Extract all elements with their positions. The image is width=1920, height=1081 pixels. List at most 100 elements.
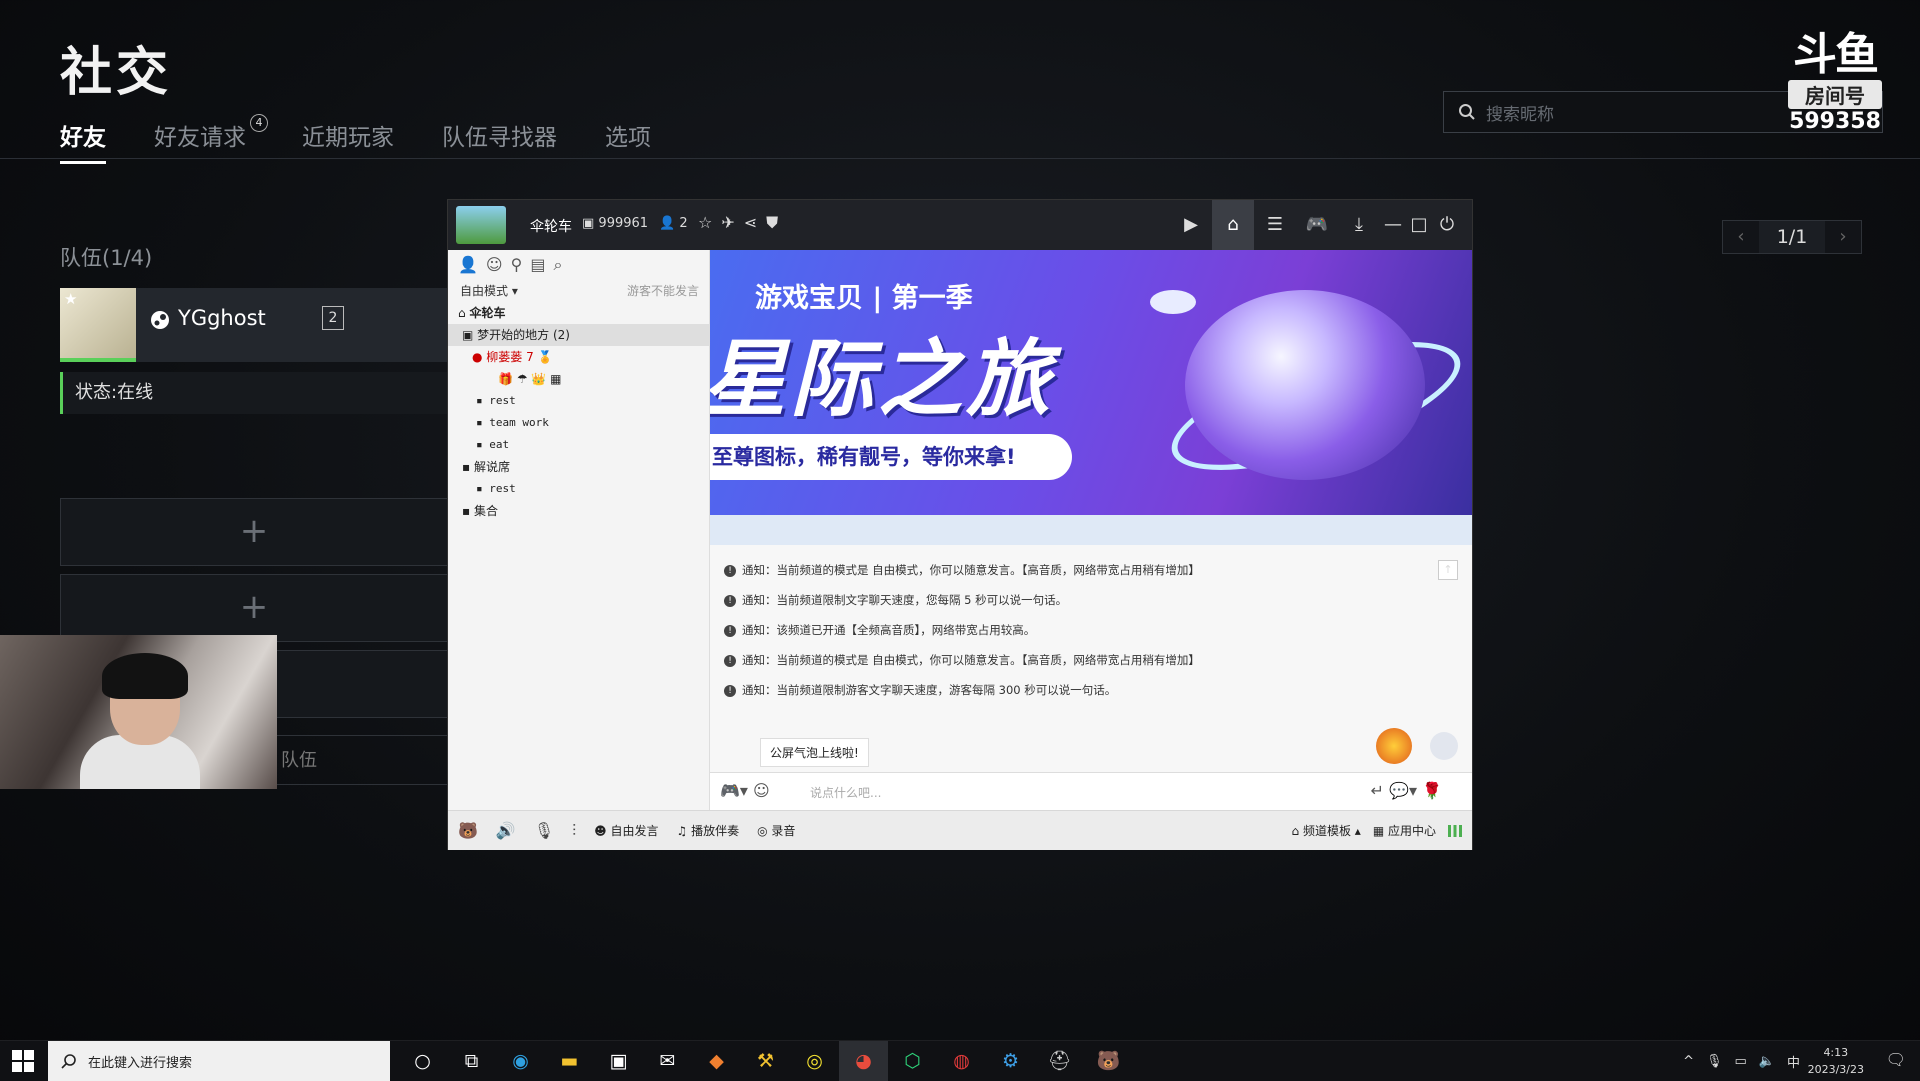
scroll-top-icon[interactable]: ↑ — [1438, 560, 1458, 580]
guest-note: 游客不能发言 — [626, 284, 699, 298]
notice-text: 通知：当前频道的模式是 自由模式，你可以随意发言。【高音质，网络带宽占用稍有增加… — [742, 563, 1200, 577]
app-orange-icon[interactable]: ◆ — [692, 1041, 741, 1081]
steam-icon[interactable]: ⚙ — [986, 1041, 1035, 1081]
channel-tree: ⌂ 伞轮车 ▣ 梦开始的地方 (2) ● 柳蒌蒌 7 🏅 🎁 ☂ 👑 ▦ ▪ r… — [448, 302, 709, 522]
location-icon[interactable]: ⚲ — [511, 255, 531, 274]
maximize-icon[interactable]: □ — [1406, 200, 1432, 250]
tab-recent-players[interactable]: 近期玩家 — [302, 118, 394, 152]
windows-start-icon[interactable] — [12, 1050, 34, 1072]
speak-mode-button[interactable]: ☻ 自由发言 — [594, 822, 658, 839]
pager-prev-button[interactable]: ‹ — [1723, 221, 1759, 253]
yy-icon[interactable]: 🐻 — [1084, 1041, 1133, 1081]
netease-music-icon[interactable]: ◍ — [937, 1041, 986, 1081]
download-icon[interactable]: ⤓ — [1338, 200, 1380, 250]
tab-team-finder[interactable]: 队伍寻找器 — [442, 118, 557, 152]
ime-indicator[interactable]: 中 — [1787, 1052, 1800, 1071]
power-icon[interactable]: ⏻ — [1432, 200, 1462, 250]
emoji-icon[interactable]: 🎮▾ ☺ — [720, 781, 770, 800]
game-client-icon[interactable]: ⛑ — [1035, 1041, 1084, 1081]
tree-subchannel-rest-2[interactable]: ▪ rest — [448, 478, 709, 500]
promo-banner[interactable]: 游戏宝贝 | 第一季 星际之旅 至尊图标，稀有靓号，等你来拿! — [710, 250, 1472, 515]
tree-channel-commentary[interactable]: ▪ 解说席 — [448, 456, 709, 478]
fly-icon[interactable]: ✈ — [721, 213, 743, 232]
video-icon[interactable]: ▶ — [1170, 200, 1212, 250]
system-tray: ^ 🎙 ▭ 🔈 中 — [1683, 1041, 1800, 1081]
task-view-icon[interactable]: ⧉ — [447, 1041, 496, 1081]
template-button[interactable]: ⌂ 频道模板 ▴ — [1292, 822, 1361, 839]
tab-options[interactable]: 选项 — [605, 118, 651, 152]
tree-subchannel-rest-label: rest — [489, 394, 516, 407]
volume-icon[interactable]: 🔈 — [1759, 1054, 1775, 1069]
channel-main: 游戏宝贝 | 第一季 星际之旅 至尊图标，稀有靓号，等你来拿! ! 通知：当前频道… — [710, 250, 1472, 811]
chat-input[interactable]: 🎮▾ ☺ 说点什么吧... ↵ 💬▾ 🌹 — [710, 772, 1472, 811]
network-icon[interactable]: ▭ — [1735, 1054, 1747, 1069]
search-icon[interactable]: ⌕ — [553, 255, 570, 274]
app-center-label: 应用中心 — [1387, 824, 1436, 838]
chat-icon[interactable]: ☺ — [486, 255, 511, 274]
search-icon — [1459, 104, 1475, 120]
user-icon[interactable]: 👤 — [458, 255, 486, 274]
record-button[interactable]: ◎ 录音 — [757, 822, 795, 839]
mascot-icon[interactable]: 🐻 — [458, 821, 478, 840]
webcam-overlay — [0, 635, 277, 789]
app-game-icon[interactable]: ⚒ — [741, 1041, 790, 1081]
home-icon[interactable]: ⌂ — [1212, 200, 1254, 250]
file-explorer-icon[interactable]: ▬ — [545, 1041, 594, 1081]
record-label: 录音 — [771, 824, 796, 838]
channel-id-value: 999961 — [598, 216, 649, 231]
accompany-label: 播放伴奏 — [691, 824, 740, 838]
page-title: 社交 — [60, 43, 173, 103]
mail-icon[interactable]: ✉ — [643, 1041, 692, 1081]
accompany-button[interactable]: ♫ 播放伴奏 — [677, 822, 740, 839]
bottom-right-tools: ⌂ 频道模板 ▴ ▦ 应用中心 — [1292, 811, 1462, 850]
note-icon[interactable]: ▤ — [530, 255, 553, 274]
tree-subchannel-teamwork[interactable]: ▪ team work — [448, 412, 709, 434]
tab-friends[interactable]: 好友 — [60, 118, 106, 164]
mic-icon[interactable]: 🎙 — [534, 821, 554, 840]
douyu-room-number: 599358 — [1789, 109, 1881, 134]
tree-subchannel-rest[interactable]: ▪ rest — [448, 390, 709, 412]
taskbar-search[interactable]: 在此键入进行搜索 — [48, 1041, 390, 1081]
list-icon[interactable]: ☰ — [1254, 200, 1296, 250]
event-badge-icon[interactable] — [1376, 728, 1412, 764]
notification-icon[interactable]: 🗨 — [1886, 1050, 1906, 1069]
share-icon[interactable]: ⋖ — [744, 213, 766, 232]
tree-subchannel-eat[interactable]: ▪ eat — [448, 434, 709, 456]
app-yellow-icon[interactable]: ◎ — [790, 1041, 839, 1081]
favorite-icon[interactable]: ☆ — [698, 213, 721, 232]
pager-next-button[interactable]: › — [1825, 221, 1861, 253]
tree-user-badges: 🎁 ☂ 👑 ▦ — [498, 372, 562, 386]
search-placeholder: 搜索昵称 — [1486, 104, 1554, 125]
tree-channel-dream[interactable]: ▣ 梦开始的地方 (2) — [448, 324, 709, 346]
minimize-icon[interactable]: — — [1380, 200, 1406, 250]
equalizer-icon[interactable]: ⫶ — [572, 821, 576, 841]
store-icon[interactable]: ▣ — [594, 1041, 643, 1081]
edge-icon[interactable]: ◉ — [496, 1041, 545, 1081]
tray-expand-icon[interactable]: ^ — [1683, 1054, 1694, 1069]
app-center-button[interactable]: ▦ 应用中心 — [1373, 822, 1436, 839]
tree-user-label: 柳蒌蒌 7 — [486, 350, 534, 364]
tree-user[interactable]: ● 柳蒌蒌 7 🏅 — [448, 346, 709, 368]
clock[interactable]: 4:13 2023/3/23 — [1808, 1044, 1864, 1078]
team-label: 队伍(1/4) — [60, 246, 153, 270]
cortana-icon[interactable]: ○ — [398, 1041, 447, 1081]
team-member-card[interactable]: ★ YGghost 2 — [60, 288, 448, 362]
gamepad-icon[interactable]: 🎮 — [1296, 200, 1338, 250]
empty-slot-2[interactable]: + — [60, 574, 448, 642]
app-green-icon[interactable]: ⬡ — [888, 1041, 937, 1081]
social-tabs: 好友 好友请求 4 近期玩家 队伍寻找器 选项 — [60, 114, 651, 164]
tree-channel-gather-label: 集合 — [473, 504, 498, 518]
mode-row: 自由模式 ▾ 游客不能发言 — [448, 280, 709, 302]
send-options-icon[interactable]: ↵ 💬▾ 🌹 — [1371, 781, 1442, 800]
tray-mic-icon[interactable]: 🎙 — [1706, 1054, 1723, 1069]
notice-item: ! 通知：当前频道限制文字聊天速度，您每隔 5 秒可以说一句话。 — [724, 585, 1454, 615]
empty-slot-1[interactable]: + — [60, 498, 448, 566]
chrome-icon[interactable]: ◕ — [839, 1041, 888, 1081]
settings-bubble-icon[interactable] — [1430, 732, 1458, 760]
mode-dropdown[interactable]: 自由模式 ▾ — [460, 284, 518, 298]
tab-friend-requests[interactable]: 好友请求 4 — [154, 114, 268, 152]
tree-channel-gather[interactable]: ▪ 集合 — [448, 500, 709, 522]
tree-root[interactable]: ⌂ 伞轮车 — [448, 302, 709, 324]
speaker-icon[interactable]: 🔊 — [496, 821, 516, 840]
shield-icon[interactable]: ⛊ — [766, 213, 787, 232]
